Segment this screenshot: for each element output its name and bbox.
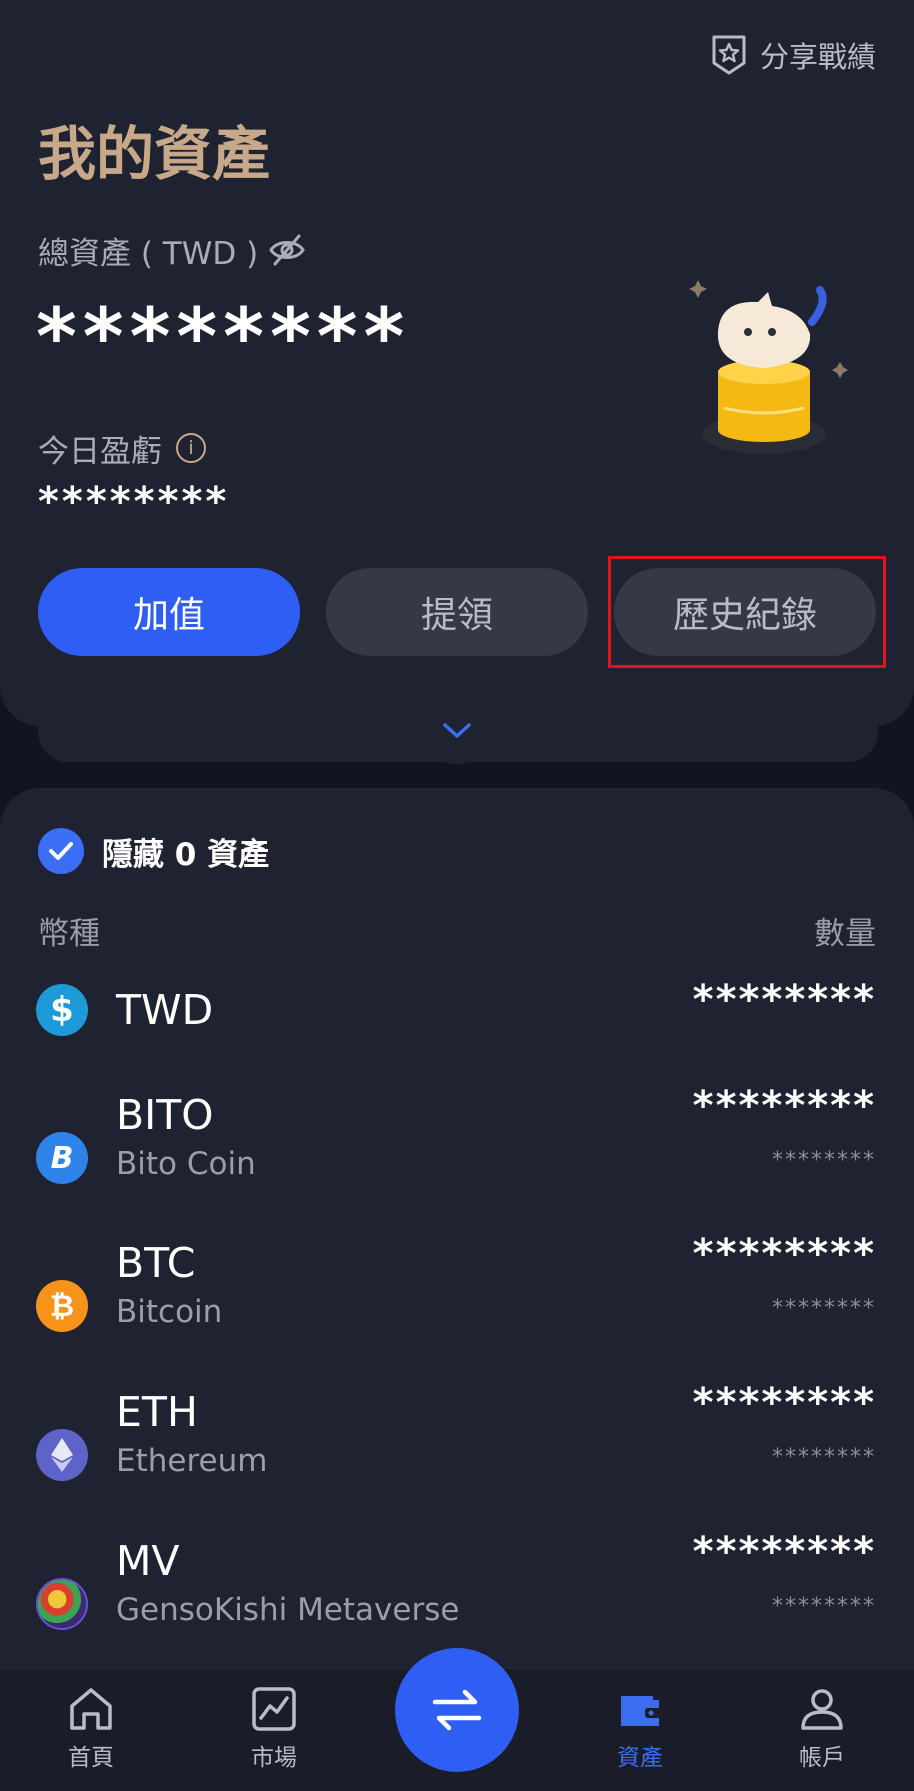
- total-assets-label: 總資產 ( TWD ): [38, 235, 259, 272]
- bitcoin-icon: ₿: [36, 1280, 88, 1332]
- nav-account[interactable]: 帳戶: [762, 1684, 882, 1784]
- bito-icon: B: [36, 1132, 88, 1184]
- asset-value: ********: [772, 1148, 876, 1173]
- chevron-down-icon: [443, 723, 471, 738]
- total-assets-label-row: 總資產 ( TWD ): [38, 228, 306, 272]
- today-pnl-label: 今日盈虧: [38, 433, 162, 470]
- total-assets-value: ********: [36, 293, 411, 383]
- wallet-icon: [621, 1696, 661, 1726]
- cat-mascot-illustration: [689, 280, 848, 454]
- asset-row-bito[interactable]: B BITO Bito Coin ******** ********: [0, 1082, 914, 1222]
- asset-amount: ********: [692, 1380, 876, 1426]
- asset-symbol: BTC: [116, 1239, 196, 1287]
- home-icon: [70, 1688, 112, 1730]
- asset-value: ********: [772, 1594, 876, 1619]
- asset-row-eth[interactable]: ETH Ethereum ******** ********: [0, 1379, 914, 1519]
- nav-account-label: 帳戶: [799, 1745, 845, 1771]
- asset-row-twd[interactable]: $ TWD ********: [0, 970, 914, 1050]
- asset-name: Bitcoin: [116, 1294, 223, 1330]
- nav-assets[interactable]: 資產: [580, 1684, 700, 1784]
- share-label: 分享戰績: [759, 40, 876, 74]
- today-pnl-value: ********: [38, 479, 230, 525]
- badge-star-icon: [712, 35, 746, 75]
- nav-market-label: 市場: [251, 1745, 297, 1771]
- today-pnl-label-row: 今日盈虧 i: [38, 426, 206, 470]
- checkbox-checked-icon[interactable]: [38, 828, 84, 874]
- asset-symbol: MV: [116, 1537, 180, 1585]
- nav-home[interactable]: 首頁: [31, 1684, 151, 1784]
- trade-swap-button[interactable]: [395, 1648, 519, 1772]
- asset-amount: ********: [692, 1083, 876, 1129]
- info-icon[interactable]: i: [176, 433, 206, 463]
- mv-icon: [36, 1578, 88, 1630]
- nav-market[interactable]: 市場: [214, 1684, 334, 1784]
- asset-symbol: ETH: [116, 1388, 198, 1436]
- asset-amount: ********: [692, 1231, 876, 1277]
- user-icon: [801, 1689, 843, 1730]
- ethereum-icon: [36, 1429, 88, 1481]
- currency-column-header: 幣種: [38, 916, 100, 952]
- asset-summary-card: 分享戰績 我的資產 總資產 ( TWD ) ******** 今日盈虧 i **…: [0, 0, 914, 726]
- asset-name: GensoKishi Metaverse: [116, 1592, 460, 1628]
- deposit-button[interactable]: 加值: [38, 568, 300, 656]
- asset-amount: ********: [692, 1529, 876, 1575]
- asset-row-btc[interactable]: ₿ BTC Bitcoin ******** ********: [0, 1230, 914, 1370]
- asset-name: Ethereum: [116, 1443, 268, 1479]
- history-button[interactable]: 歷史紀錄: [614, 568, 876, 656]
- asset-value: ********: [772, 1445, 876, 1470]
- swap-arrows-icon: [432, 1689, 482, 1731]
- page-title: 我的資產: [38, 120, 271, 188]
- asset-name: Bito Coin: [116, 1146, 256, 1182]
- asset-row-mv[interactable]: MV GensoKishi Metaverse ******** *******…: [0, 1528, 914, 1668]
- amount-column-header: 數量: [814, 916, 876, 952]
- asset-value: ********: [772, 1296, 876, 1321]
- chart-icon: [252, 1687, 296, 1731]
- dollar-icon: $: [36, 984, 88, 1036]
- withdraw-button[interactable]: 提領: [326, 568, 588, 656]
- nav-home-label: 首頁: [68, 1745, 114, 1771]
- asset-amount: ********: [692, 977, 876, 1023]
- hide-assets-toggle[interactable]: 隱藏 0 資產: [38, 826, 269, 876]
- asset-symbol: TWD: [116, 986, 214, 1034]
- share-performance-button[interactable]: 分享戰績: [710, 30, 876, 80]
- asset-symbol: BITO: [116, 1091, 214, 1139]
- expand-toggle[interactable]: [414, 678, 500, 764]
- hide-assets-label: 隱藏 0 資產: [102, 836, 270, 873]
- eye-off-icon[interactable]: [268, 232, 306, 268]
- nav-assets-label: 資產: [617, 1745, 663, 1771]
